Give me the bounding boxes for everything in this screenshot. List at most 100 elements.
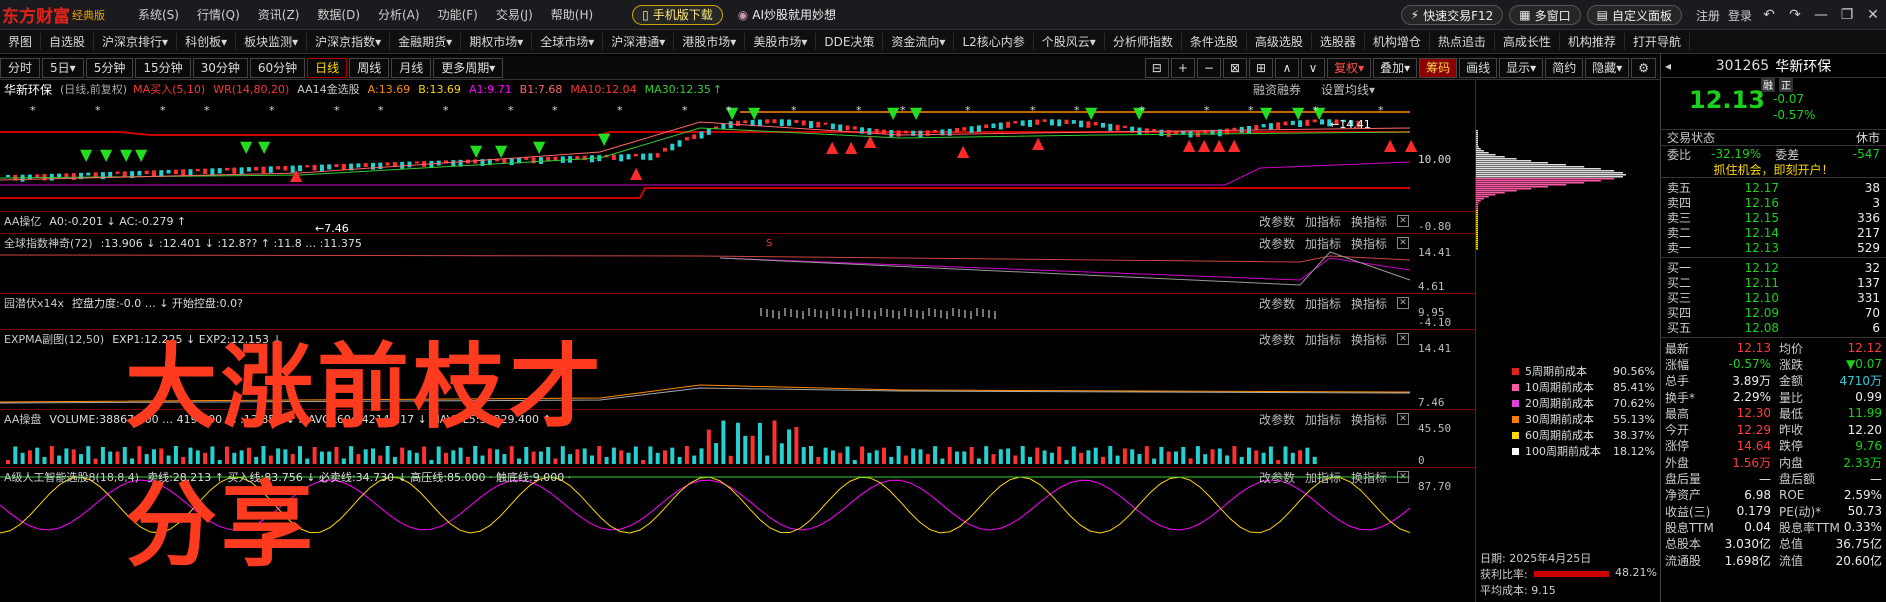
change-param-button[interactable]: 改参数 xyxy=(1259,295,1295,312)
quick-trade-button[interactable]: ⚡ 快速交易F12 xyxy=(1400,5,1504,25)
chart-tool-4[interactable]: ⊞ xyxy=(1249,57,1274,78)
chart-tool-0[interactable]: ⊟ xyxy=(1144,57,1169,78)
swap-indicator-button[interactable]: 换指标 xyxy=(1351,411,1387,428)
add-indicator-button[interactable]: 加指标 xyxy=(1305,213,1341,230)
overlay-add-button[interactable]: 叠加▾ xyxy=(1373,57,1418,78)
chip-button[interactable]: 筹码 xyxy=(1419,57,1458,78)
register-link[interactable]: 注册 xyxy=(1696,7,1720,24)
menu-help[interactable]: 帮助(H) xyxy=(551,6,593,23)
period-tab-4[interactable]: 30分钟 xyxy=(192,57,248,78)
change-param-button[interactable]: 改参数 xyxy=(1259,235,1295,252)
nav-item-18[interactable]: 高级选股 xyxy=(1247,33,1312,50)
nav-item-2[interactable]: 沪深京排行▾ xyxy=(94,33,178,50)
close-icon[interactable]: ✕ xyxy=(1397,237,1409,249)
period-tab-5[interactable]: 60分钟 xyxy=(249,57,306,78)
nav-item-19[interactable]: 选股器 xyxy=(1312,33,1365,50)
draw-line-button[interactable]: 画线 xyxy=(1459,57,1498,78)
close-icon[interactable]: ✕ xyxy=(1860,7,1886,23)
menu-quote[interactable]: 行情(Q) xyxy=(197,6,240,23)
add-indicator-button[interactable]: 加指标 xyxy=(1305,469,1341,486)
order-price[interactable]: 12.11 xyxy=(1705,276,1779,290)
add-indicator-button[interactable]: 加指标 xyxy=(1305,411,1341,428)
nav-item-8[interactable]: 全球市场▾ xyxy=(532,33,604,50)
change-param-button[interactable]: 改参数 xyxy=(1259,411,1295,428)
period-tab-6[interactable]: 日线 xyxy=(307,57,348,78)
period-tab-1[interactable]: 5日▾ xyxy=(42,57,84,78)
period-tab-2[interactable]: 5分钟 xyxy=(85,57,134,78)
swap-indicator-button[interactable]: 换指标 xyxy=(1351,469,1387,486)
order-price[interactable]: 12.09 xyxy=(1705,306,1779,320)
scroll-left-icon[interactable]: ◂ xyxy=(1665,59,1671,73)
margin-trading-link[interactable]: 融资融券 xyxy=(1253,81,1301,98)
nav-item-0[interactable]: 界图 xyxy=(0,33,42,50)
nav-item-13[interactable]: 资金流向▾ xyxy=(883,33,955,50)
nav-item-17[interactable]: 条件选股 xyxy=(1182,33,1247,50)
add-indicator-button[interactable]: 加指标 xyxy=(1305,235,1341,252)
simple-mode-button[interactable]: 简约 xyxy=(1545,57,1584,78)
menu-data[interactable]: 数据(D) xyxy=(317,6,360,23)
undo-icon[interactable]: ↶ xyxy=(1756,7,1782,23)
nav-item-3[interactable]: 科创板▾ xyxy=(177,33,237,50)
multi-window-button[interactable]: ▦ 多窗口 xyxy=(1509,5,1581,25)
minimize-icon[interactable]: — xyxy=(1808,7,1834,23)
order-price[interactable]: 12.15 xyxy=(1705,211,1779,225)
period-tab-7[interactable]: 周线 xyxy=(349,57,390,78)
open-account-banner[interactable]: 抓住机会，即刻开户！ xyxy=(1661,162,1886,178)
nav-item-1[interactable]: 自选股 xyxy=(41,33,95,50)
menu-system[interactable]: 系统(S) xyxy=(138,6,179,23)
nav-item-4[interactable]: 板块监测▾ xyxy=(236,33,308,50)
mobile-download-button[interactable]: ▯ 手机版下载 xyxy=(632,4,723,25)
redo-icon[interactable]: ↷ xyxy=(1782,7,1808,23)
order-price[interactable]: 12.13 xyxy=(1705,241,1779,255)
order-price[interactable]: 12.17 xyxy=(1705,181,1779,195)
order-price[interactable]: 12.10 xyxy=(1705,291,1779,305)
login-link[interactable]: 登录 xyxy=(1728,7,1752,24)
close-icon[interactable]: ✕ xyxy=(1397,333,1409,345)
menu-trade[interactable]: 交易(J) xyxy=(496,6,533,23)
nav-item-21[interactable]: 热点追击 xyxy=(1430,33,1495,50)
order-price[interactable]: 12.08 xyxy=(1705,321,1779,335)
menu-function[interactable]: 功能(F) xyxy=(438,6,478,23)
chart-tool-6[interactable]: ∨ xyxy=(1301,57,1326,78)
menu-news[interactable]: 资讯(Z) xyxy=(258,6,300,23)
nav-item-6[interactable]: 金融期货▾ xyxy=(390,33,462,50)
nav-item-22[interactable]: 高成长性 xyxy=(1495,33,1560,50)
close-icon[interactable]: ✕ xyxy=(1397,215,1409,227)
chart-tool-3[interactable]: ⊠ xyxy=(1222,57,1247,78)
nav-item-23[interactable]: 机构推荐 xyxy=(1560,33,1625,50)
close-icon[interactable]: ✕ xyxy=(1397,413,1409,425)
nav-item-9[interactable]: 沪深港通▾ xyxy=(603,33,675,50)
swap-indicator-button[interactable]: 换指标 xyxy=(1351,331,1387,348)
period-tab-3[interactable]: 15分钟 xyxy=(135,57,191,78)
nav-item-20[interactable]: 机构增仓 xyxy=(1365,33,1430,50)
chart-tool-1[interactable]: + xyxy=(1170,57,1195,78)
hide-button[interactable]: 隐藏▾ xyxy=(1585,57,1630,78)
change-param-button[interactable]: 改参数 xyxy=(1259,331,1295,348)
order-price[interactable]: 12.14 xyxy=(1705,226,1779,240)
swap-indicator-button[interactable]: 换指标 xyxy=(1351,235,1387,252)
menu-analysis[interactable]: 分析(A) xyxy=(378,6,420,23)
fq-button[interactable]: 复权▾ xyxy=(1327,57,1372,78)
nav-item-5[interactable]: 沪深京指数▾ xyxy=(307,33,391,50)
nav-item-11[interactable]: 美股市场▾ xyxy=(745,33,817,50)
add-indicator-button[interactable]: 加指标 xyxy=(1305,331,1341,348)
display-button[interactable]: 显示▾ xyxy=(1499,57,1544,78)
nav-item-12[interactable]: DDE决策 xyxy=(816,33,884,50)
order-price[interactable]: 12.16 xyxy=(1705,196,1779,210)
change-param-button[interactable]: 改参数 xyxy=(1259,213,1295,230)
chart-tool-5[interactable]: ∧ xyxy=(1275,57,1300,78)
nav-item-7[interactable]: 期权市场▾ xyxy=(461,33,533,50)
nav-item-15[interactable]: 个股风云▾ xyxy=(1034,33,1105,50)
change-param-button[interactable]: 改参数 xyxy=(1259,469,1295,486)
ma-setting-link[interactable]: 设置均线▾ xyxy=(1321,81,1375,98)
nav-item-14[interactable]: L2核心内参 xyxy=(954,33,1034,50)
order-price[interactable]: 12.12 xyxy=(1705,261,1779,275)
nav-item-24[interactable]: 打开导航 xyxy=(1625,33,1690,50)
nav-item-10[interactable]: 港股市场▾ xyxy=(674,33,746,50)
period-tab-0[interactable]: 分时 xyxy=(0,57,41,78)
ai-button[interactable]: ◉ AI炒股就用妙想 xyxy=(729,5,845,25)
swap-indicator-button[interactable]: 换指标 xyxy=(1351,213,1387,230)
settings-icon[interactable]: ⚙ xyxy=(1631,57,1656,78)
close-icon[interactable]: ✕ xyxy=(1397,297,1409,309)
close-icon[interactable]: ✕ xyxy=(1397,471,1409,483)
